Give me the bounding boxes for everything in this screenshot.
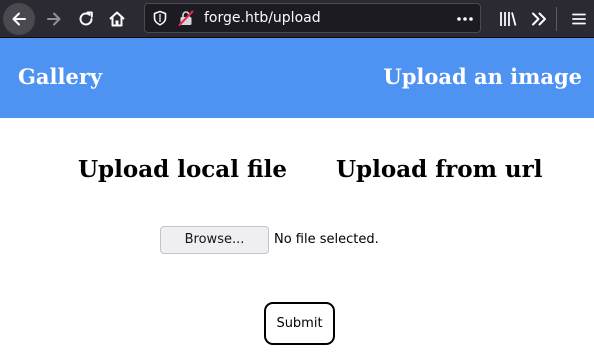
- library-button[interactable]: [496, 7, 520, 31]
- address-bar[interactable]: forge.htb/upload: [144, 3, 481, 33]
- hamburger-menu-icon: [572, 13, 586, 25]
- insecure-lock-icon: [178, 10, 194, 26]
- back-button[interactable]: [3, 3, 35, 35]
- url-text[interactable]: forge.htb/upload: [204, 9, 321, 27]
- more-dots-icon: [457, 17, 473, 21]
- forward-arrow-icon: [47, 12, 61, 26]
- connection-security-button[interactable]: [178, 10, 194, 26]
- home-icon: [109, 11, 125, 27]
- browser-toolbar: forge.htb/upload: [0, 0, 594, 38]
- double-chevron-icon: [532, 12, 546, 26]
- library-icon: [500, 12, 517, 26]
- site-header: Gallery Upload an image: [0, 38, 594, 118]
- file-selection-status: No file selected.: [274, 232, 379, 247]
- tracking-protection-button[interactable]: [152, 10, 168, 26]
- submit-button[interactable]: Submit: [264, 302, 335, 345]
- home-button[interactable]: [101, 3, 133, 35]
- reload-button[interactable]: [70, 3, 102, 35]
- tab-upload-local-file[interactable]: Upload local file: [78, 156, 287, 184]
- reload-icon: [79, 11, 93, 26]
- gallery-link[interactable]: Gallery: [18, 64, 102, 90]
- page-actions-button[interactable]: [455, 11, 475, 25]
- browse-file-button[interactable]: Browse...: [160, 226, 269, 254]
- forward-button[interactable]: [38, 3, 70, 35]
- shield-icon: [153, 10, 167, 26]
- toolbar-separator: [556, 7, 557, 31]
- upload-image-link[interactable]: Upload an image: [383, 64, 582, 90]
- overflow-menu-button[interactable]: [527, 7, 551, 31]
- tab-upload-from-url[interactable]: Upload from url: [336, 156, 542, 184]
- back-arrow-icon: [12, 12, 26, 26]
- app-menu-button[interactable]: [567, 7, 591, 31]
